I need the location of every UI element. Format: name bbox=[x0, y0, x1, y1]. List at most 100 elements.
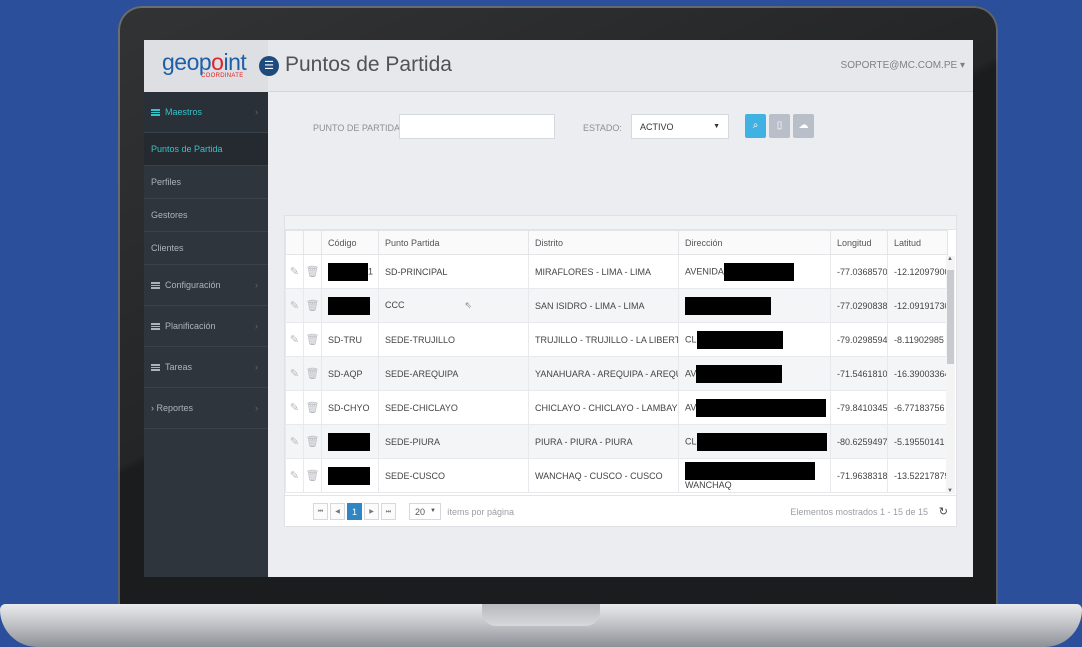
sidebar-item-configuracion[interactable]: Configuración › bbox=[144, 265, 268, 306]
sidebar-item-clientes[interactable]: Clientes bbox=[144, 232, 268, 265]
scrollbar-thumb[interactable] bbox=[947, 270, 954, 364]
chevron-down-icon: ▾ bbox=[959, 60, 965, 71]
redaction-block bbox=[685, 462, 815, 480]
cell-punto: SEDE-PIURA bbox=[378, 424, 529, 459]
cell-direccion: AV bbox=[678, 390, 831, 425]
edit-icon[interactable]: ✎ bbox=[285, 288, 304, 323]
cell-longitud: -71.96383189 bbox=[830, 458, 888, 493]
page-size-select[interactable]: 20 ▼ bbox=[409, 503, 441, 520]
table-row: ✎ 🗑 SEDE-PIURA PIURA - PIURA - PIURA CL … bbox=[285, 424, 948, 459]
edit-icon[interactable]: ✎ bbox=[285, 458, 304, 493]
sidebar-item-planificacion[interactable]: Planificación › bbox=[144, 306, 268, 347]
cell-longitud: -77.02908380 bbox=[830, 288, 888, 323]
logo-text: geopoint bbox=[162, 49, 247, 75]
sidebar-item-gestores[interactable]: Gestores bbox=[144, 199, 268, 232]
results-panel: Código Punto Partida Distrito Dirección … bbox=[284, 215, 957, 527]
column-header-distrito[interactable]: Distrito bbox=[528, 230, 679, 255]
column-header-longitud[interactable]: Longitud bbox=[830, 230, 888, 255]
cell-latitud: -16.39003364 bbox=[887, 356, 948, 391]
edit-icon[interactable]: ✎ bbox=[285, 424, 304, 459]
chevron-down-icon: ▼ bbox=[430, 508, 436, 514]
punto-partida-input[interactable] bbox=[399, 114, 555, 139]
cell-distrito: CHICLAYO - CHICLAYO - LAMBAYEQUE bbox=[528, 390, 679, 425]
table-row: ✎ 🗑 SD-TRU SEDE-TRUJILLO TRUJILLO - TRUJ… bbox=[285, 322, 948, 357]
redaction-block bbox=[328, 466, 370, 485]
cell-latitud: -12.09191730 bbox=[887, 288, 948, 323]
column-header-direccion[interactable]: Dirección bbox=[678, 230, 831, 255]
delete-column-header bbox=[303, 230, 322, 255]
prev-page-button[interactable]: ◀ bbox=[330, 503, 345, 520]
redaction-block bbox=[696, 398, 827, 417]
trash-icon[interactable]: 🗑 bbox=[303, 390, 322, 425]
cell-latitud: -8.11902985 bbox=[887, 322, 948, 357]
cell-distrito: MIRAFLORES - LIMA - LIMA bbox=[528, 254, 679, 289]
new-document-button[interactable]: ▯ bbox=[769, 114, 790, 138]
edit-icon[interactable]: ✎ bbox=[285, 356, 304, 391]
cell-codigo: SD-AQP bbox=[321, 356, 379, 391]
menu-toggle-icon[interactable]: ☰ bbox=[259, 56, 279, 76]
trash-icon[interactable]: 🗑 bbox=[303, 254, 322, 289]
chevron-down-icon: ▼ bbox=[713, 123, 720, 130]
estado-select[interactable]: ACTIVO ▼ bbox=[631, 114, 729, 139]
document-icon: ▯ bbox=[776, 120, 783, 131]
search-button[interactable]: ⌕ bbox=[745, 114, 766, 138]
results-table: Código Punto Partida Distrito Dirección … bbox=[285, 230, 948, 493]
next-page-button[interactable]: ▶ bbox=[364, 503, 379, 520]
table-scrollbar[interactable]: ▲ ▼ bbox=[946, 256, 955, 494]
sidebar-item-perfiles[interactable]: Perfiles bbox=[144, 166, 268, 199]
trash-icon[interactable]: 🗑 bbox=[303, 458, 322, 493]
list-icon bbox=[151, 364, 160, 371]
cell-latitud: -12.12097900 bbox=[887, 254, 948, 289]
column-header-latitud[interactable]: Latitud bbox=[887, 230, 948, 255]
cell-codigo: 1 bbox=[321, 254, 379, 289]
cell-punto: SEDE-CUSCO bbox=[378, 458, 529, 493]
top-bar: geopoint COORDINATE ☰ Puntos de Partida … bbox=[144, 40, 973, 92]
trash-icon[interactable]: 🗑 bbox=[303, 424, 322, 459]
cell-direccion bbox=[678, 288, 831, 323]
cell-distrito: PIURA - PIURA - PIURA bbox=[528, 424, 679, 459]
cell-direccion: AV bbox=[678, 356, 831, 391]
cell-codigo bbox=[321, 424, 379, 459]
sidebar-item-puntos-de-partida[interactable]: Puntos de Partida bbox=[144, 133, 268, 166]
list-icon bbox=[151, 282, 160, 289]
logo: geopoint COORDINATE bbox=[144, 40, 268, 92]
estado-label: ESTADO: bbox=[583, 123, 622, 133]
trash-icon[interactable]: 🗑 bbox=[303, 322, 322, 357]
column-header-punto-partida[interactable]: Punto Partida bbox=[378, 230, 529, 255]
redaction-block bbox=[696, 432, 827, 451]
last-page-button[interactable]: ⏭ bbox=[381, 503, 396, 520]
cell-distrito: WANCHAQ - CUSCO - CUSCO bbox=[528, 458, 679, 493]
upload-button[interactable]: ☁ bbox=[793, 114, 814, 138]
edit-icon[interactable]: ✎ bbox=[285, 390, 304, 425]
search-icon: ⌕ bbox=[752, 120, 759, 131]
cell-direccion: CL bbox=[678, 424, 831, 459]
trash-icon[interactable]: 🗑 bbox=[303, 288, 322, 323]
scroll-up-icon[interactable]: ▲ bbox=[947, 256, 953, 262]
sidebar-item-tareas[interactable]: Tareas › bbox=[144, 347, 268, 388]
page-number-button[interactable]: 1 bbox=[347, 503, 362, 520]
cell-punto: CCC ⇖ bbox=[378, 288, 529, 323]
cell-longitud: -71.54618107 bbox=[830, 356, 888, 391]
page-title: Puntos de Partida bbox=[285, 53, 452, 76]
user-menu[interactable]: SOPORTE@MC.COM.PE ▾ bbox=[841, 60, 965, 71]
edit-icon[interactable]: ✎ bbox=[285, 322, 304, 357]
table-row: ✎ 🗑 SD-CHYO SEDE-CHICLAYO CHICLAYO - CHI… bbox=[285, 390, 948, 425]
trash-icon[interactable]: 🗑 bbox=[303, 356, 322, 391]
sidebar-item-reportes[interactable]: › Reportes › bbox=[144, 388, 268, 429]
panel-toolbar bbox=[285, 216, 956, 230]
cell-codigo: SD-CHYO bbox=[321, 390, 379, 425]
laptop-notch bbox=[482, 604, 600, 626]
refresh-icon[interactable]: ↻ bbox=[939, 505, 948, 518]
sidebar-item-maestros[interactable]: Maestros › bbox=[144, 92, 268, 133]
cell-direccion: CL bbox=[678, 322, 831, 357]
column-header-codigo[interactable]: Código bbox=[321, 230, 379, 255]
scroll-down-icon[interactable]: ▼ bbox=[947, 488, 953, 494]
cell-codigo bbox=[321, 458, 379, 493]
chevron-right-icon: › bbox=[255, 321, 258, 331]
cell-latitud: -6.77183756 bbox=[887, 390, 948, 425]
first-page-button[interactable]: ⏮ bbox=[313, 503, 328, 520]
pagination-summary: Elementos mostrados 1 - 15 de 15 bbox=[790, 507, 928, 517]
cell-direccion: WANCHAQ bbox=[678, 458, 831, 493]
edit-icon[interactable]: ✎ bbox=[285, 254, 304, 289]
cell-longitud: -77.03685700 bbox=[830, 254, 888, 289]
